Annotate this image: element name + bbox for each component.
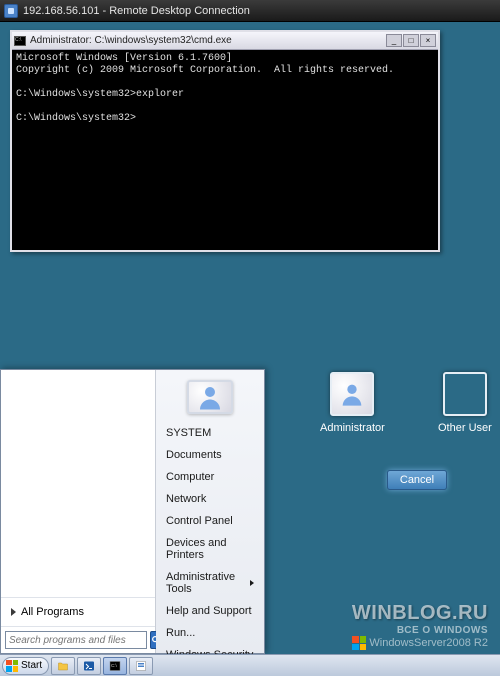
start-item-run-[interactable]: Run... (156, 622, 264, 644)
chevron-right-icon (250, 580, 254, 586)
start-item-label: Administrative Tools (166, 571, 250, 595)
login-label-administrator: Administrator (320, 422, 385, 434)
login-tile-administrator[interactable]: Administrator (320, 372, 385, 434)
cmd-icon: C:\ (108, 660, 122, 672)
watermark-brand: WindowsServer2008 R2 (352, 636, 488, 650)
start-menu-left-pane: All Programs (1, 370, 156, 653)
start-item-label: Help and Support (166, 605, 252, 617)
start-button[interactable]: Start (2, 657, 49, 675)
avatar-other-user (443, 372, 487, 416)
chevron-right-icon (11, 608, 16, 616)
taskbar-item-powershell[interactable] (77, 657, 101, 675)
server-manager-icon (134, 660, 148, 672)
all-programs-button[interactable]: All Programs (1, 597, 155, 626)
taskbar-item-server-manager[interactable] (129, 657, 153, 675)
start-menu: All Programs SYSTEM Documents Computer Netw… (0, 369, 265, 654)
start-item-administrative-tools[interactable]: Administrative Tools (156, 566, 264, 600)
cmd-window[interactable]: Administrator: C:\windows\system32\cmd.e… (10, 30, 440, 252)
minimize-button[interactable]: _ (386, 34, 402, 47)
start-item-label: Documents (166, 449, 222, 461)
watermark-line2: ВСЕ О WINDOWS (352, 625, 488, 636)
maximize-button[interactable]: □ (403, 34, 419, 47)
powershell-icon (82, 660, 96, 672)
taskbar: Start C:\ (0, 654, 500, 676)
cmd-title-text: Administrator: C:\windows\system32\cmd.e… (30, 35, 386, 46)
start-item-system[interactable]: SYSTEM (156, 422, 264, 444)
start-menu-right-pane: SYSTEM Documents Computer Network Control Pa… (156, 370, 264, 653)
cmd-output[interactable]: Microsoft Windows [Version 6.1.7600] Cop… (12, 50, 438, 250)
start-item-computer[interactable]: Computer (156, 466, 264, 488)
start-item-devices-and-printers[interactable]: Devices and Printers (156, 532, 264, 566)
start-item-help-and-support[interactable]: Help and Support (156, 600, 264, 622)
start-item-label: Control Panel (166, 515, 233, 527)
rdc-titlebar: 192.168.56.101 - Remote Desktop Connecti… (0, 0, 500, 22)
watermark: WINBLOG.RU ВСЕ О WINDOWS WindowsServer20… (352, 602, 488, 650)
start-item-label: Run... (166, 627, 195, 639)
folder-icon (56, 660, 70, 672)
avatar-administrator (330, 372, 374, 416)
search-input[interactable] (5, 631, 147, 649)
start-search-row (1, 626, 155, 653)
cmd-titlebar[interactable]: Administrator: C:\windows\system32\cmd.e… (12, 32, 438, 50)
windows-flag-icon (6, 660, 18, 672)
login-tile-other-user[interactable]: Other User (438, 372, 492, 434)
start-item-label: Network (166, 493, 206, 505)
remote-desktop-area: Administrator: C:\windows\system32\cmd.e… (0, 22, 500, 676)
user-icon (338, 380, 366, 408)
watermark-line1: WINBLOG.RU (352, 602, 488, 625)
rdc-title-text: 192.168.56.101 - Remote Desktop Connecti… (23, 5, 250, 17)
taskbar-item-explorer[interactable] (51, 657, 75, 675)
cancel-button[interactable]: Cancel (387, 470, 447, 490)
start-item-label: SYSTEM (166, 427, 211, 439)
svg-text:C:\: C:\ (111, 663, 118, 668)
windows-flag-icon (352, 636, 366, 650)
start-item-documents[interactable]: Documents (156, 444, 264, 466)
cmd-icon (14, 36, 26, 46)
start-user-picture[interactable] (187, 380, 233, 414)
user-icon (195, 382, 225, 412)
login-label-other-user: Other User (438, 422, 492, 434)
start-item-label: Computer (166, 471, 214, 483)
close-button[interactable]: × (420, 34, 436, 47)
start-item-network[interactable]: Network (156, 488, 264, 510)
taskbar-item-cmd[interactable]: C:\ (103, 657, 127, 675)
start-item-control-panel[interactable]: Control Panel (156, 510, 264, 532)
start-item-label: Devices and Printers (166, 537, 254, 561)
rdc-icon (4, 4, 18, 18)
